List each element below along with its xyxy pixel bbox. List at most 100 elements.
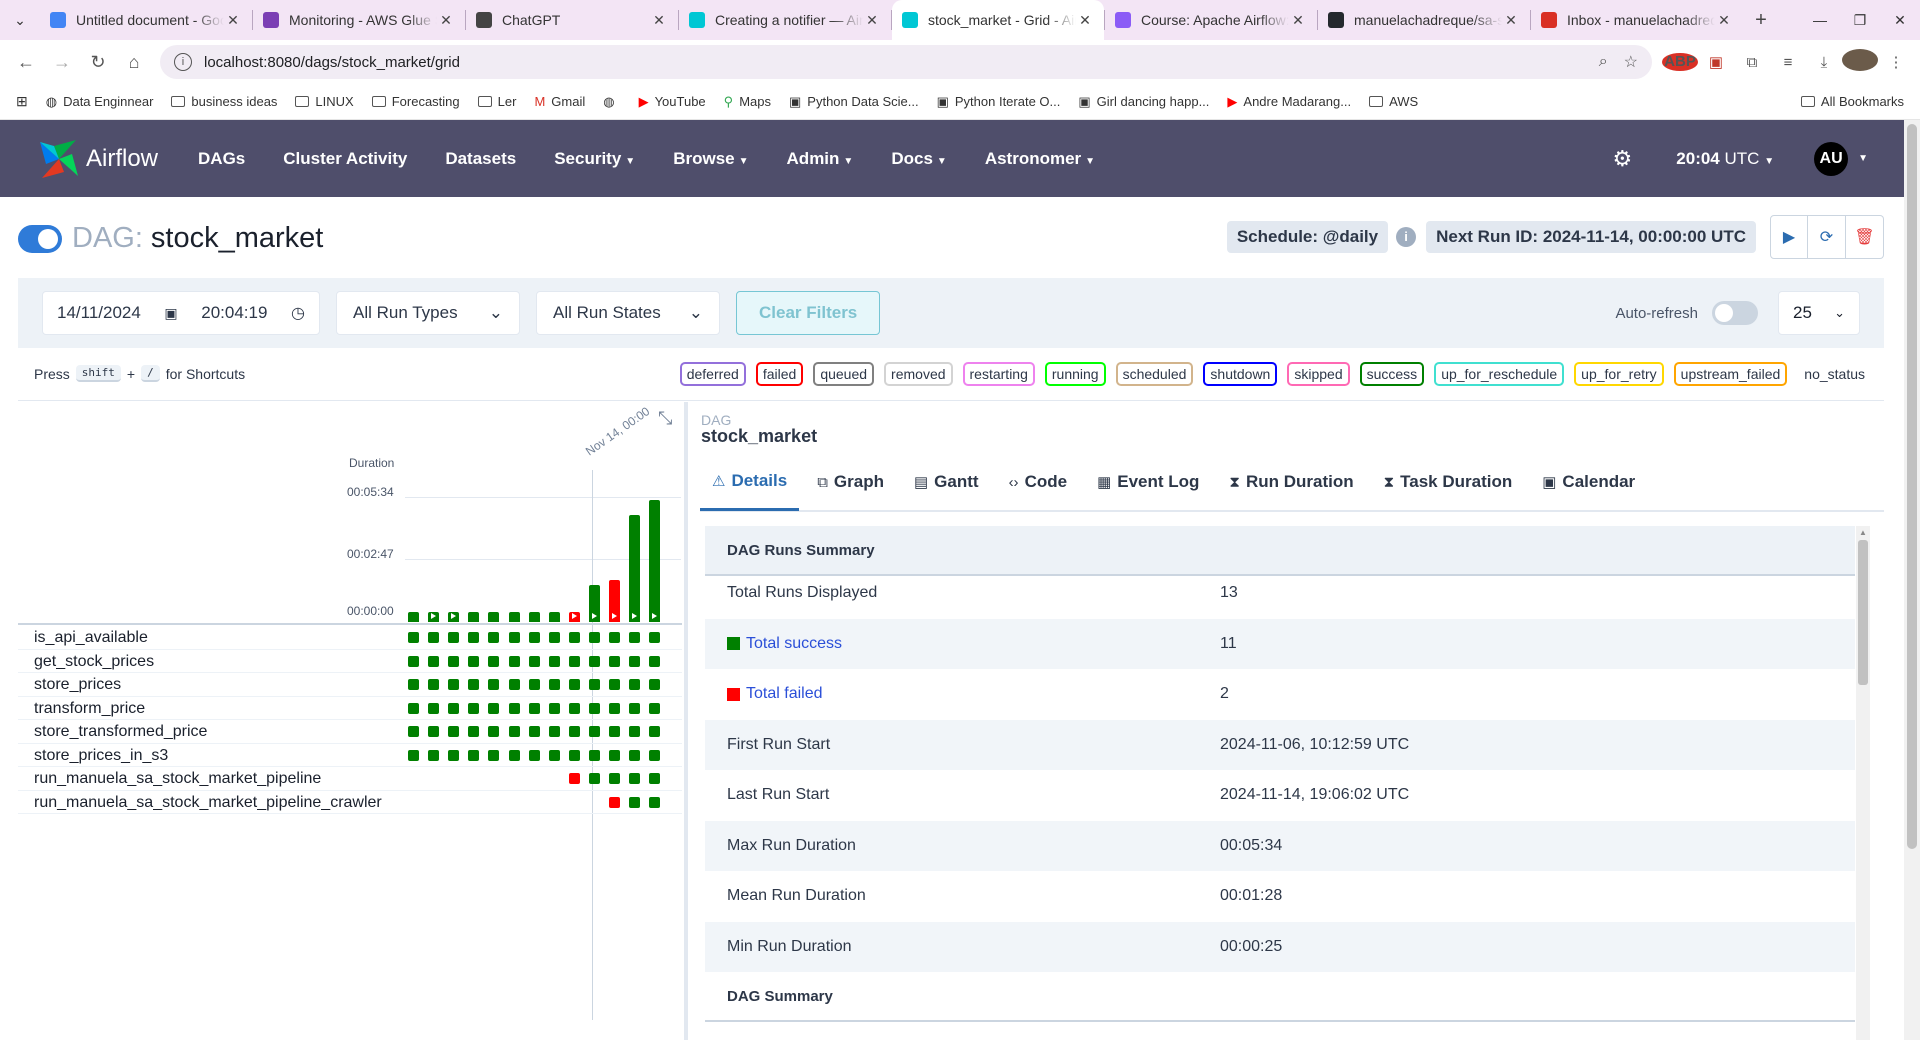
legend-success[interactable]: success — [1359, 362, 1425, 386]
task-instance-cell[interactable] — [649, 726, 661, 737]
nav-cluster-activity[interactable]: Cluster Activity — [283, 149, 407, 169]
reading-list-icon[interactable]: ≡ — [1770, 54, 1806, 71]
nav-datasets[interactable]: Datasets — [445, 149, 516, 169]
task-instance-cell[interactable] — [609, 796, 620, 808]
task-instance-cell[interactable] — [468, 702, 480, 714]
close-tab-icon[interactable]: ✕ — [1502, 12, 1520, 29]
bookmark-item[interactable]: ▣ Girl dancing happ... — [1078, 94, 1209, 110]
task-instance-cell[interactable] — [588, 655, 600, 667]
task-instance-cell[interactable] — [428, 655, 440, 667]
run-bar[interactable] — [508, 612, 520, 622]
calendar-icon[interactable]: ▣ — [164, 305, 177, 322]
task-instance-cell[interactable] — [528, 702, 540, 714]
summary-key-text[interactable]: Total success — [746, 635, 842, 653]
summary-key[interactable]: Total failed — [705, 685, 1220, 703]
task-instance-cell[interactable] — [568, 726, 580, 737]
trigger-dag-button[interactable]: ▶ — [1770, 215, 1808, 259]
task-instance-cell[interactable] — [649, 655, 661, 667]
task-instance-cell[interactable] — [609, 655, 620, 667]
task-instance-cell[interactable] — [448, 632, 460, 643]
tab-details[interactable]: ⚠ Details — [700, 453, 800, 511]
autorefresh-toggle[interactable] — [1712, 301, 1758, 325]
minimize-icon[interactable]: — — [1800, 12, 1840, 28]
task-name[interactable]: transform_price — [34, 700, 145, 718]
task-instance-cell[interactable] — [488, 726, 500, 737]
bookmark-item[interactable]: ▶ YouTube — [639, 94, 706, 110]
task-row[interactable]: get_stock_prices — [18, 650, 682, 673]
task-instance-cell[interactable] — [528, 749, 540, 761]
task-instance-cell[interactable] — [528, 632, 540, 643]
task-instance-cell[interactable] — [448, 749, 460, 761]
task-instance-cell[interactable] — [448, 655, 460, 667]
details-scrollbar[interactable]: ▲ — [1856, 526, 1870, 1040]
run-bar[interactable] — [408, 612, 419, 622]
task-instance-cell[interactable] — [548, 749, 560, 761]
url-input[interactable]: i localhost:8080/dags/stock_market/grid … — [160, 45, 1652, 79]
close-tab-icon[interactable]: ✕ — [1076, 12, 1094, 29]
tab-task-duration[interactable]: ⧗ Task Duration — [1372, 453, 1525, 511]
extensions-puzzle-icon[interactable]: ⧉ — [1734, 54, 1770, 71]
task-instance-cell[interactable] — [528, 655, 540, 667]
tab-code[interactable]: ‹› Code — [997, 453, 1080, 511]
run-states-select[interactable]: All Run States ⌄ — [536, 291, 720, 335]
task-name[interactable]: is_api_available — [34, 629, 148, 647]
reparse-dag-button[interactable]: ⟳ — [1808, 215, 1846, 259]
new-tab-button[interactable]: + — [1743, 9, 1779, 32]
task-instance-cell[interactable] — [609, 773, 620, 784]
run-bar[interactable] — [488, 612, 500, 622]
airflow-logo[interactable]: Airflow — [36, 136, 158, 182]
close-tab-icon[interactable]: ✕ — [1715, 12, 1733, 29]
nav-security[interactable]: Security ▼ — [554, 149, 635, 169]
task-instance-cell[interactable] — [568, 749, 580, 761]
browser-tab[interactable]: ChatGPT ✕ — [466, 0, 678, 40]
legend-scheduled[interactable]: scheduled — [1115, 362, 1194, 386]
task-instance-cell[interactable] — [428, 679, 440, 690]
legend-up-for-reschedule[interactable]: up_for_reschedule — [1434, 362, 1565, 386]
task-instance-cell[interactable] — [588, 726, 600, 737]
base-date-input[interactable]: 14/11/2024 ▣ 20:04:19 ◷ — [42, 291, 320, 335]
task-instance-cell[interactable] — [588, 632, 600, 643]
bookmark-item[interactable]: business ideas — [171, 94, 277, 109]
task-instance-cell[interactable] — [508, 726, 520, 737]
user-avatar[interactable]: AU — [1814, 141, 1849, 176]
task-name[interactable]: run_manuela_sa_stock_market_pipeline — [34, 770, 321, 788]
browser-tab[interactable]: Course: Apache Airflow: T ✕ — [1105, 0, 1317, 40]
profile-avatar[interactable] — [1842, 49, 1878, 75]
tab-search-icon[interactable]: ⌄ — [0, 0, 40, 40]
back-icon[interactable]: ← — [8, 52, 44, 73]
legend-removed[interactable]: removed — [884, 362, 953, 386]
task-name[interactable]: get_stock_prices — [34, 653, 154, 671]
bookmark-item[interactable]: ▣ Python Iterate O... — [937, 94, 1061, 110]
legend-up-for-retry[interactable]: up_for_retry — [1574, 362, 1664, 386]
task-instance-cell[interactable] — [548, 679, 560, 690]
task-instance-cell[interactable] — [629, 773, 641, 784]
task-name[interactable]: store_prices_in_s3 — [34, 747, 168, 765]
task-instance-cell[interactable] — [629, 726, 641, 737]
task-instance-cell[interactable] — [629, 632, 641, 643]
task-instance-cell[interactable] — [488, 679, 500, 690]
task-instance-cell[interactable] — [568, 702, 580, 714]
bookmark-item[interactable]: Ler — [477, 94, 516, 109]
task-row[interactable]: store_transformed_price — [18, 720, 682, 744]
task-instance-cell[interactable] — [488, 655, 500, 667]
task-instance-cell[interactable] — [528, 679, 540, 690]
task-instance-cell[interactable] — [588, 679, 600, 690]
close-tab-icon[interactable]: ✕ — [224, 12, 242, 29]
legend-shutdown[interactable]: shutdown — [1203, 362, 1278, 386]
task-instance-cell[interactable] — [609, 632, 620, 643]
run-bar[interactable] — [448, 612, 460, 622]
task-row[interactable]: transform_price — [18, 697, 682, 720]
dag-pause-toggle[interactable] — [18, 224, 62, 253]
task-name[interactable]: store_prices — [34, 676, 121, 694]
browser-tab[interactable]: Monitoring - AWS Glue St ✕ — [253, 0, 465, 40]
browser-tab[interactable]: Untitled document - Goo ✕ — [40, 0, 252, 40]
task-instance-cell[interactable] — [448, 726, 460, 737]
task-instance-cell[interactable] — [508, 749, 520, 761]
browser-tab[interactable]: manuelachadreque/sa-st ✕ — [1318, 0, 1530, 40]
summary-key[interactable]: Total success — [705, 635, 1220, 653]
legend-queued[interactable]: queued — [813, 362, 875, 386]
task-row[interactable]: store_prices — [18, 673, 682, 697]
task-instance-cell[interactable] — [428, 632, 440, 643]
bookmark-item[interactable]: Forecasting — [371, 94, 460, 109]
task-instance-cell[interactable] — [568, 632, 580, 643]
